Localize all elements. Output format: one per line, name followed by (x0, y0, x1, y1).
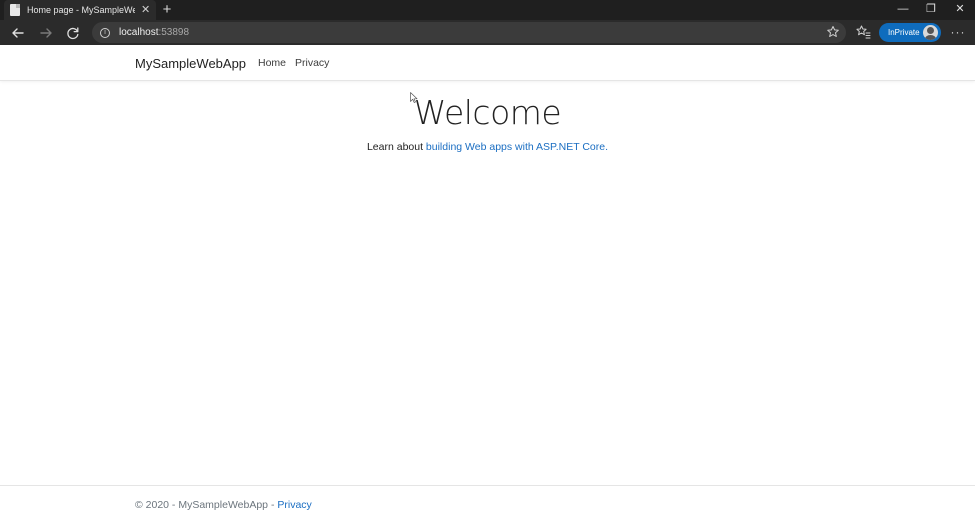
footer-text: © 2020 - MySampleWebApp - Privacy (135, 499, 312, 511)
back-arrow-icon (12, 28, 24, 38)
browser-title-bar: Home page - MySampleWebApp ✕ + — ❐ ✕ (0, 0, 975, 20)
footer-privacy-link[interactable]: Privacy (277, 499, 311, 511)
tab-close-icon[interactable]: ✕ (141, 4, 150, 16)
brand-link[interactable]: MySampleWebApp (135, 56, 246, 71)
url-text: localhost:53898 (119, 27, 189, 38)
nav-link-privacy[interactable]: Privacy (295, 57, 329, 69)
new-tab-button[interactable]: + (159, 2, 175, 18)
page-title: Welcome (413, 93, 562, 132)
mouse-cursor-icon (410, 92, 418, 103)
site-footer: © 2020 - MySampleWebApp - Privacy (0, 485, 975, 523)
page-icon (10, 4, 20, 16)
inprivate-label: InPrivate (888, 28, 920, 37)
forward-button[interactable] (36, 23, 56, 43)
tab-title: Home page - MySampleWebApp (27, 5, 135, 15)
copyright-text: © 2020 - MySampleWebApp - (135, 499, 278, 511)
star-icon[interactable] (826, 25, 840, 39)
learn-text: Learn about building Web apps with ASP.N… (0, 141, 975, 153)
browser-toolbar: i localhost:53898 InPrivate ··· (0, 20, 975, 45)
more-options-icon[interactable]: ··· (948, 23, 968, 43)
learn-prefix: Learn about (366, 141, 426, 153)
site-navbar: MySampleWebApp Home Privacy (0, 45, 975, 81)
refresh-icon (67, 27, 79, 40)
aspnet-docs-link[interactable]: building Web apps with ASP.NET Core. (426, 141, 608, 153)
url-host: localhost (119, 27, 159, 38)
restore-button[interactable]: ❐ (917, 0, 945, 20)
favorites-icon[interactable] (855, 24, 871, 40)
inprivate-button[interactable]: InPrivate (879, 23, 941, 42)
url-port: :53898 (158, 27, 190, 38)
minimize-button[interactable]: — (889, 0, 917, 20)
back-button[interactable] (8, 23, 28, 43)
close-window-button[interactable]: ✕ (946, 0, 974, 20)
forward-arrow-icon (40, 28, 52, 38)
nav-link-home[interactable]: Home (258, 57, 286, 69)
refresh-button[interactable] (63, 23, 83, 43)
browser-tab[interactable]: Home page - MySampleWebApp ✕ (4, 0, 156, 20)
info-icon[interactable]: i (100, 27, 110, 38)
address-bar[interactable]: i localhost:53898 (92, 22, 846, 43)
profile-avatar-icon (923, 25, 938, 40)
